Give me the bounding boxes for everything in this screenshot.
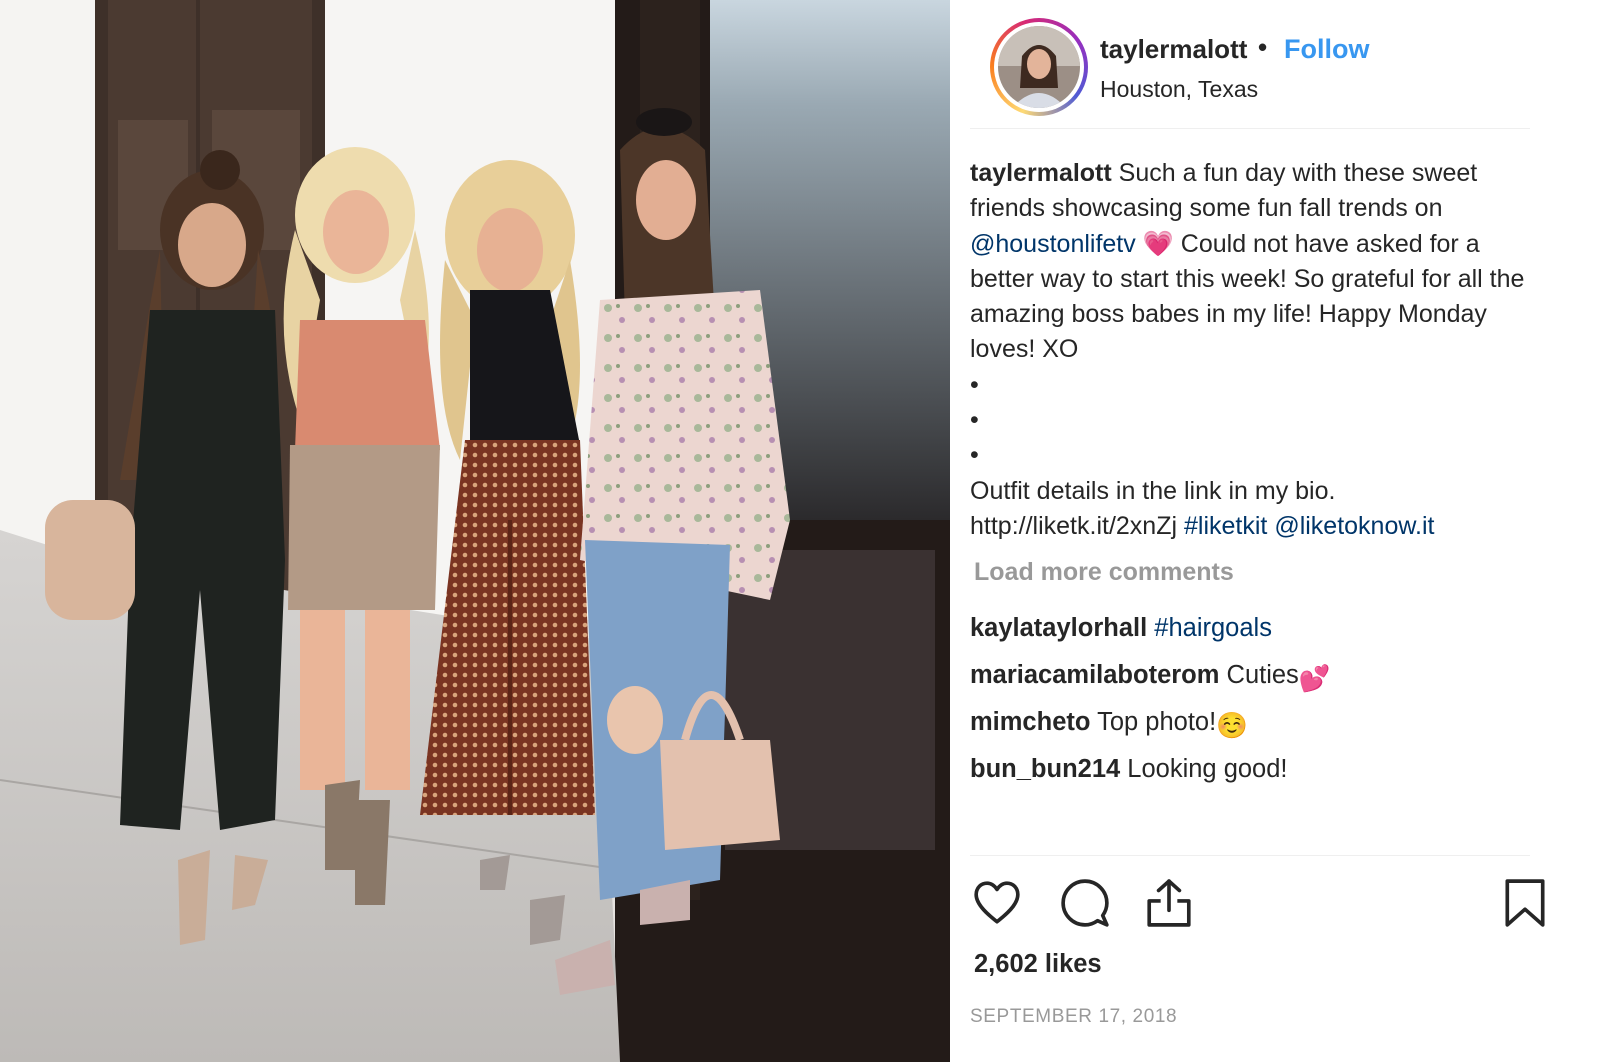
share-upload-icon bbox=[1147, 879, 1191, 927]
post-caption: taylermalott Such a fun day with these s… bbox=[970, 156, 1550, 544]
post-photo[interactable] bbox=[0, 0, 950, 1062]
comment-username[interactable]: bun_bun214 bbox=[970, 755, 1120, 783]
post-date[interactable]: SEPTEMBER 17, 2018 bbox=[970, 1006, 1177, 1028]
comment-item: mariacamilaboterom Cuties💕 bbox=[970, 661, 1331, 694]
comment-item: kaylataylorhall #hairgoals bbox=[970, 614, 1272, 643]
post-actions-bar bbox=[970, 878, 1550, 934]
post-header: taylermalott • Follow Houston, Texas bbox=[990, 14, 1576, 116]
heart-icon bbox=[974, 881, 1020, 924]
two-hearts-emoji: 💕 bbox=[1298, 665, 1331, 693]
header-divider bbox=[970, 128, 1530, 129]
caption-mention-link[interactable]: @houstonlifetv bbox=[970, 230, 1136, 258]
comment-username[interactable]: mimcheto bbox=[970, 708, 1090, 736]
save-button[interactable] bbox=[1502, 878, 1548, 933]
comment-item: mimcheto Top photo!☺️ bbox=[970, 708, 1248, 741]
comment-username[interactable]: mariacamilaboterom bbox=[970, 661, 1219, 689]
follow-button[interactable]: Follow bbox=[1284, 34, 1369, 65]
post-photo-image bbox=[0, 0, 950, 1062]
caption-mention-link-2[interactable]: @liketoknow.it bbox=[1274, 512, 1434, 540]
author-username[interactable]: taylermalott bbox=[1100, 34, 1247, 65]
avatar[interactable] bbox=[998, 26, 1080, 108]
like-button[interactable] bbox=[972, 878, 1022, 933]
caption-outfit-text: Outfit details in the link in my bio. bbox=[970, 476, 1336, 505]
load-more-comments-button[interactable]: Load more comments bbox=[974, 558, 1234, 587]
comment-item: bun_bun214 Looking good! bbox=[970, 755, 1288, 784]
caption-bullet: • bbox=[970, 441, 979, 470]
comment-button[interactable] bbox=[1060, 878, 1110, 933]
avatar-image bbox=[998, 26, 1080, 108]
post-sidebar: taylermalott • Follow Houston, Texas tay… bbox=[950, 0, 1604, 1062]
likes-count[interactable]: 2,602 likes bbox=[974, 950, 1102, 979]
header-separator: • bbox=[1258, 32, 1268, 62]
caption-username[interactable]: taylermalott bbox=[970, 159, 1112, 187]
comment-bubble-icon bbox=[1061, 879, 1109, 927]
actions-divider bbox=[970, 855, 1530, 856]
caption-bullet: • bbox=[970, 406, 979, 435]
caption-hashtag-link[interactable]: #liketkit bbox=[1184, 512, 1267, 540]
comment-text: Looking good! bbox=[1127, 755, 1288, 783]
comment-hashtag-link[interactable]: #hairgoals bbox=[1154, 614, 1272, 642]
comment-username[interactable]: kaylataylorhall bbox=[970, 614, 1147, 642]
location-link[interactable]: Houston, Texas bbox=[1100, 76, 1258, 103]
comment-text: Cuties bbox=[1226, 661, 1299, 689]
smiling-emoji: ☺️ bbox=[1216, 712, 1248, 740]
avatar-story-ring[interactable] bbox=[990, 18, 1088, 116]
share-button[interactable] bbox=[1144, 878, 1194, 933]
instagram-post: taylermalott • Follow Houston, Texas tay… bbox=[0, 0, 1604, 1062]
comment-text: Top photo! bbox=[1097, 708, 1217, 736]
bookmark-icon bbox=[1505, 879, 1545, 927]
caption-url[interactable]: http://liketk.it/2xnZj bbox=[970, 512, 1177, 540]
caption-bullet: • bbox=[970, 370, 979, 399]
heart-emoji: 💗 bbox=[1142, 229, 1174, 258]
